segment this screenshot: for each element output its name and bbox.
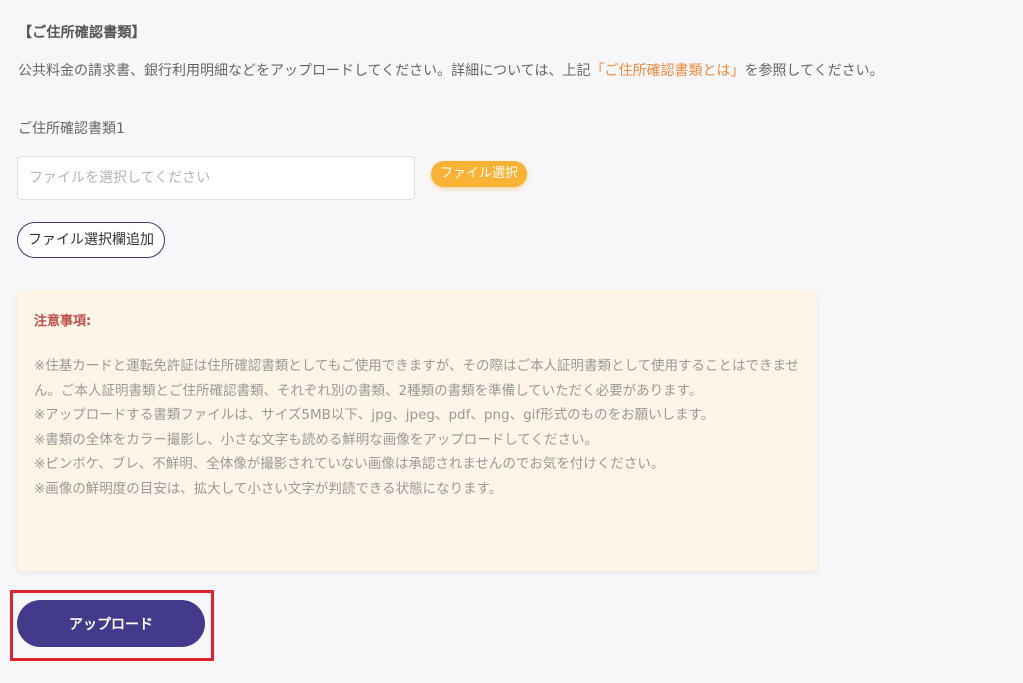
file-select-button[interactable]: ファイル選択	[431, 161, 528, 187]
upload-button[interactable]: アップロード	[17, 600, 205, 647]
notice-line: ※書類の全体をカラー撮影し、小さな文字も読める鮮明な画像をアップロードしてくださ…	[34, 431, 599, 448]
description-suffix: を参照してください。	[744, 63, 884, 79]
file-path-input[interactable]	[17, 156, 415, 200]
notice-line: ※住基カードと運転免許証は住所確認書類としてもご使用できますが、その際はご本人証…	[34, 358, 800, 399]
section-title: 【ご住所確認書類】	[18, 25, 146, 41]
add-file-field-button[interactable]: ファイル選択欄追加	[17, 222, 165, 258]
notice-box: 注意事項: ※住基カードと運転免許証は住所確認書類としてもご使用できますが、その…	[17, 290, 817, 571]
notice-line: ※アップロードする書類ファイルは、サイズ5MB以下、jpg、jpeg、pdf、p…	[34, 407, 715, 423]
notice-body: ※住基カードと運転免許証は住所確認書類としてもご使用できますが、その際はご本人証…	[34, 354, 801, 501]
notice-line: ※画像の鮮明度の目安は、拡大して小さい文字が判読できる状態になります。	[34, 480, 503, 497]
description-prefix: 公共料金の請求書、銀行利用明細などをアップロードしてください。詳細については、上…	[18, 63, 591, 79]
notice-line: ※ピンボケ、ブレ、不鮮明、全体像が撮影されていない画像は承認されませんのでお気を…	[34, 456, 665, 472]
description-text: 公共料金の請求書、銀行利用明細などをアップロードしてください。詳細については、上…	[18, 61, 884, 81]
address-document-info-link[interactable]: 「ご住所確認書類とは」	[590, 63, 744, 79]
notice-title: 注意事項:	[34, 314, 92, 329]
address-document-1-label: ご住所確認書類1	[18, 121, 125, 137]
